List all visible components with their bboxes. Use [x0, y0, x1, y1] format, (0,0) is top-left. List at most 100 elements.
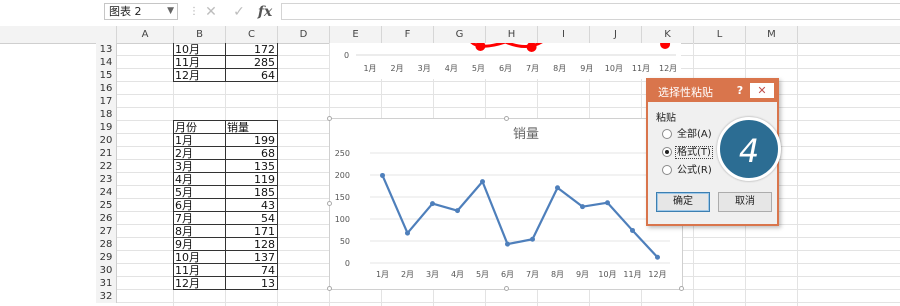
row-header-24[interactable]: 24: [96, 186, 117, 199]
table-border: [173, 133, 278, 134]
table-border: [173, 289, 278, 290]
step-badge: 4: [717, 117, 781, 181]
table-border: [173, 263, 278, 264]
x-tick-label: 7月: [526, 270, 539, 279]
resize-handle[interactable]: [327, 116, 332, 121]
radio-all[interactable]: 全部(A): [662, 128, 714, 142]
data-point: [605, 200, 610, 206]
table-border: [173, 146, 278, 147]
help-icon[interactable]: ?: [733, 83, 747, 98]
row-header-20[interactable]: 20: [96, 134, 117, 147]
table-border: [173, 198, 278, 199]
x-tick-label: 10月: [598, 270, 616, 279]
row-header-23[interactable]: 23: [96, 173, 117, 186]
x-tick-label: 2月: [391, 64, 404, 73]
close-icon[interactable]: ✕: [750, 83, 774, 98]
x-tick-label: 1月: [363, 64, 376, 73]
row-header-14[interactable]: 14: [96, 56, 117, 69]
resize-handle[interactable]: [327, 286, 332, 291]
x-tick-label: 4月: [451, 270, 464, 279]
x-tick-label: 3月: [418, 64, 431, 73]
sales-chart-svg: 销量 0 50 100 150 200 250 1月 2月 3月 4月 5月 6月 7月 8月 9月 10月 11…: [335, 127, 670, 279]
resize-handle[interactable]: [679, 286, 684, 291]
x-tick-label: 6月: [499, 64, 512, 73]
x-tick-label: 5月: [472, 64, 485, 73]
table-border: [173, 159, 278, 160]
data-point: [530, 236, 535, 242]
resize-handle[interactable]: [504, 286, 509, 291]
x-tick-label: 9月: [576, 270, 589, 279]
row-header-19[interactable]: 19: [96, 121, 117, 134]
row-header-29[interactable]: 29: [96, 251, 117, 264]
x-tick-label: 7月: [526, 64, 539, 73]
table-border: [173, 250, 278, 251]
x-tick-label: 12月: [659, 64, 677, 73]
x-tick-label: 8月: [551, 270, 564, 279]
radio-formats-label: 格式(T): [675, 146, 713, 159]
y-tick-label: 100: [335, 215, 350, 224]
chart-title: 销量: [513, 127, 539, 142]
sales-line-chart[interactable]: 销量 0 50 100 150 200 250 1月 2月 3月 4月 5月 6月 7月 8月 9月 10月 11…: [327, 116, 684, 291]
radio-circle[interactable]: [662, 165, 672, 175]
ok-button[interactable]: 确定: [656, 192, 710, 212]
radio-circle-selected[interactable]: [662, 147, 672, 157]
table-border: [173, 81, 278, 82]
partial-chart[interactable]: 0 1月 2月 3月 4月 5月 6月 7月 8月 9月 10月 11月 12月: [330, 43, 681, 79]
radio-formats[interactable]: 格式(T): [662, 146, 713, 160]
data-point: [580, 204, 585, 210]
paste-group-label: 粘贴: [656, 113, 676, 124]
row-gridline: [117, 302, 900, 303]
y-tick-label: 0: [345, 259, 350, 268]
row-header-22[interactable]: 22: [96, 160, 117, 173]
table-border: [277, 43, 278, 82]
x-tick-label: 1月: [376, 270, 389, 279]
x-tick-label: 2月: [401, 270, 414, 279]
x-tick-label: 5月: [476, 270, 489, 279]
radio-all-label: 全部(A): [677, 129, 712, 140]
data-point: [555, 185, 560, 191]
row-header-28[interactable]: 28: [96, 238, 117, 251]
x-tick-label: 11月: [623, 270, 641, 279]
row-gridline: [117, 94, 900, 95]
x-tick-label: 3月: [426, 270, 439, 279]
dialog-titlebar[interactable]: 选择性粘贴 ? ✕: [648, 80, 777, 102]
row-gridline: [117, 107, 900, 108]
resize-handle[interactable]: [327, 201, 332, 206]
resize-handle[interactable]: [504, 116, 509, 121]
row-header-30[interactable]: 30: [96, 264, 117, 277]
row-header-25[interactable]: 25: [96, 199, 117, 212]
data-point: [655, 254, 660, 260]
row-header-27[interactable]: 27: [96, 225, 117, 238]
table-border: [173, 120, 278, 121]
table-border: [173, 237, 278, 238]
x-tick-label: 4月: [445, 64, 458, 73]
row-header-13[interactable]: 13: [96, 43, 117, 56]
row-header-18[interactable]: 18: [96, 108, 117, 121]
table-border: [173, 55, 278, 56]
cancel-button[interactable]: 取消: [718, 192, 772, 212]
table-border: [173, 185, 278, 186]
y-tick-label: 200: [335, 171, 350, 180]
data-point: [630, 227, 635, 233]
row-header-21[interactable]: 21: [96, 147, 117, 160]
data-point: [526, 43, 537, 52]
table-border: [173, 172, 278, 173]
row-header-15[interactable]: 15: [96, 69, 117, 82]
data-point: [380, 172, 385, 178]
row-header-31[interactable]: 31: [96, 277, 117, 290]
row-header-32[interactable]: 32: [96, 290, 117, 303]
y-tick-label: 50: [340, 237, 350, 246]
data-point: [505, 241, 510, 247]
row-header-16[interactable]: 16: [96, 82, 117, 95]
row-header-26[interactable]: 26: [96, 212, 117, 225]
series-line: [381, 175, 659, 259]
table-border: [173, 68, 278, 69]
table-border: [225, 43, 226, 82]
radio-circle[interactable]: [662, 129, 672, 139]
row-header-17[interactable]: 17: [96, 95, 117, 108]
radio-formulas[interactable]: 公式(R): [662, 164, 714, 178]
dialog-title: 选择性粘贴: [658, 86, 713, 99]
x-tick-label: 6月: [501, 270, 514, 279]
table-border: [173, 211, 278, 212]
data-point: [430, 201, 435, 207]
